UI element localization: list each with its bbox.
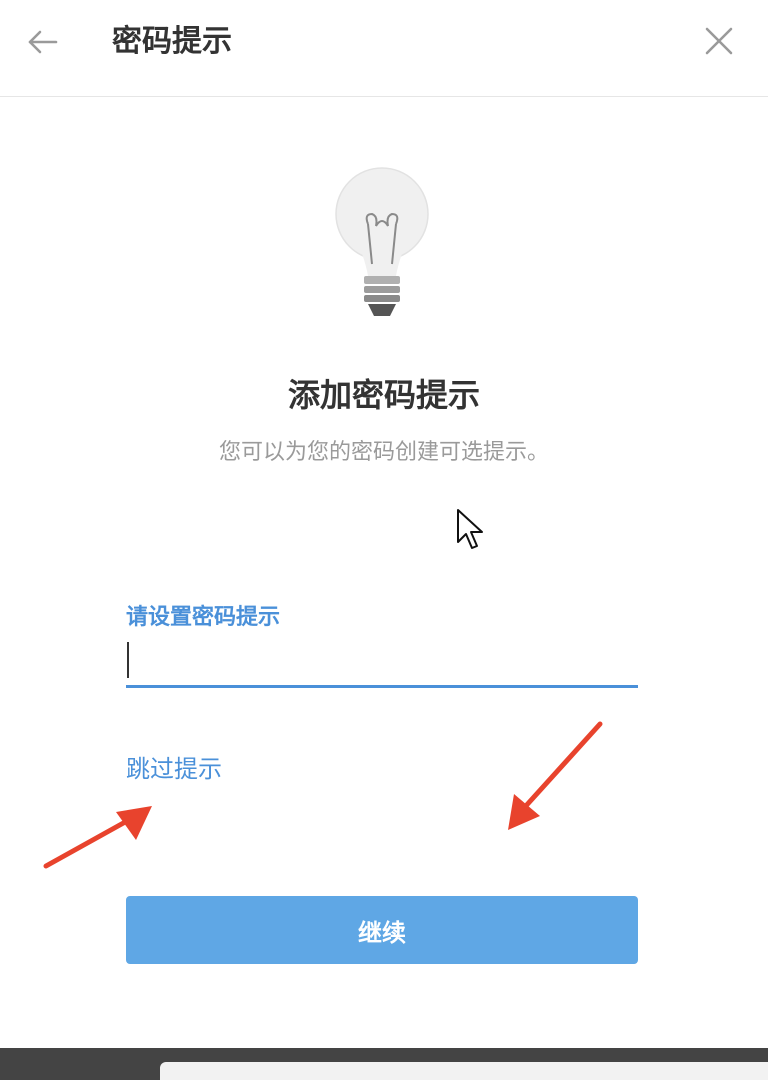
arrow-left-icon: [28, 30, 58, 54]
mouse-cursor-icon: [457, 509, 483, 549]
heading: 添加密码提示: [287, 376, 480, 414]
back-button[interactable]: [22, 22, 62, 62]
annotation-arrow-icon: [508, 721, 603, 830]
close-button[interactable]: [698, 20, 740, 62]
text-caret: [127, 642, 129, 678]
hint-input[interactable]: [126, 636, 638, 688]
close-icon: [705, 27, 733, 55]
skip-hint-link[interactable]: 跳过提示: [126, 752, 222, 786]
password-hint-dialog: 密码提示 添加密码提示 您可以为您的密码创建可选提示。 请设置密码提示 跳过提示…: [0, 0, 768, 1080]
continue-button[interactable]: 继续: [126, 896, 638, 964]
subtitle: 您可以为您的密码创建可选提示。: [218, 440, 549, 465]
page-title: 密码提示: [112, 24, 232, 59]
annotation-arrow-icon: [43, 806, 152, 869]
background-window: [160, 1062, 768, 1080]
hint-field-label: 请设置密码提示: [126, 605, 281, 630]
dialog-header: 密码提示: [0, 0, 768, 97]
lightbulb-icon: [335, 167, 429, 316]
